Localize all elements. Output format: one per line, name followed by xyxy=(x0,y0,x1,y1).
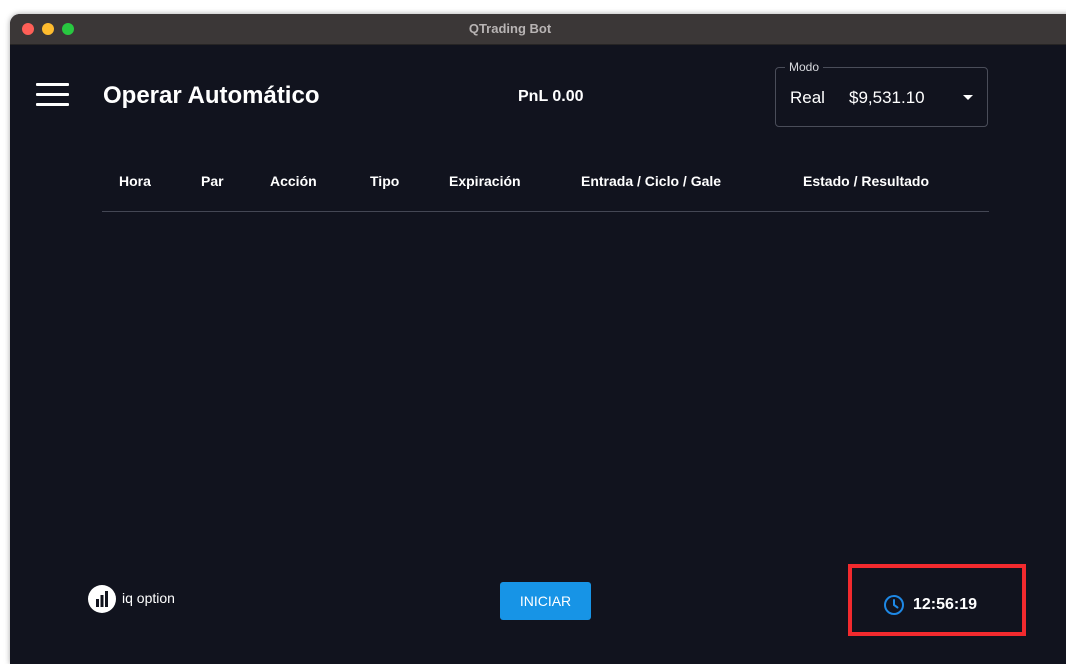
column-header-hora: Hora xyxy=(119,173,151,189)
window-titlebar[interactable]: QTrading Bot xyxy=(10,14,1066,45)
caret-down-icon[interactable] xyxy=(963,95,973,100)
column-header-entrada-ciclo-gale: Entrada / Ciclo / Gale xyxy=(581,173,722,189)
hamburger-menu-icon[interactable] xyxy=(36,83,70,109)
column-header-expiracion: Expiración xyxy=(449,173,521,189)
column-header-accion: Acción xyxy=(270,173,317,189)
mode-selected-value: Real xyxy=(790,88,825,107)
mode-select[interactable]: Modo Real $9,531.10 xyxy=(775,60,988,127)
start-button[interactable]: INICIAR xyxy=(500,582,591,620)
column-header-estado-resultado: Estado / Resultado xyxy=(803,173,930,189)
window-title: QTrading Bot xyxy=(468,21,552,36)
app-window: QTrading Bot Operar Automático PnL 0.00 … xyxy=(10,14,1066,664)
clock-icon xyxy=(883,594,905,616)
clock-time: 12:56:19 xyxy=(913,596,978,613)
mode-label: Modo xyxy=(785,60,824,74)
brand-name: iq option xyxy=(122,590,175,606)
account-balance: $9,531.10 xyxy=(849,88,925,107)
iq-option-logo-icon xyxy=(88,585,116,613)
pnl-value: PnL 0.00 xyxy=(518,88,584,105)
page-title: Operar Automático xyxy=(103,82,320,109)
clock-highlight: 12:56:19 xyxy=(848,564,1026,636)
column-header-par: Par xyxy=(201,173,224,189)
column-header-tipo: Tipo xyxy=(370,173,400,189)
trades-table-header: Hora Par Acción Tipo Expiración Entrada … xyxy=(102,169,989,212)
